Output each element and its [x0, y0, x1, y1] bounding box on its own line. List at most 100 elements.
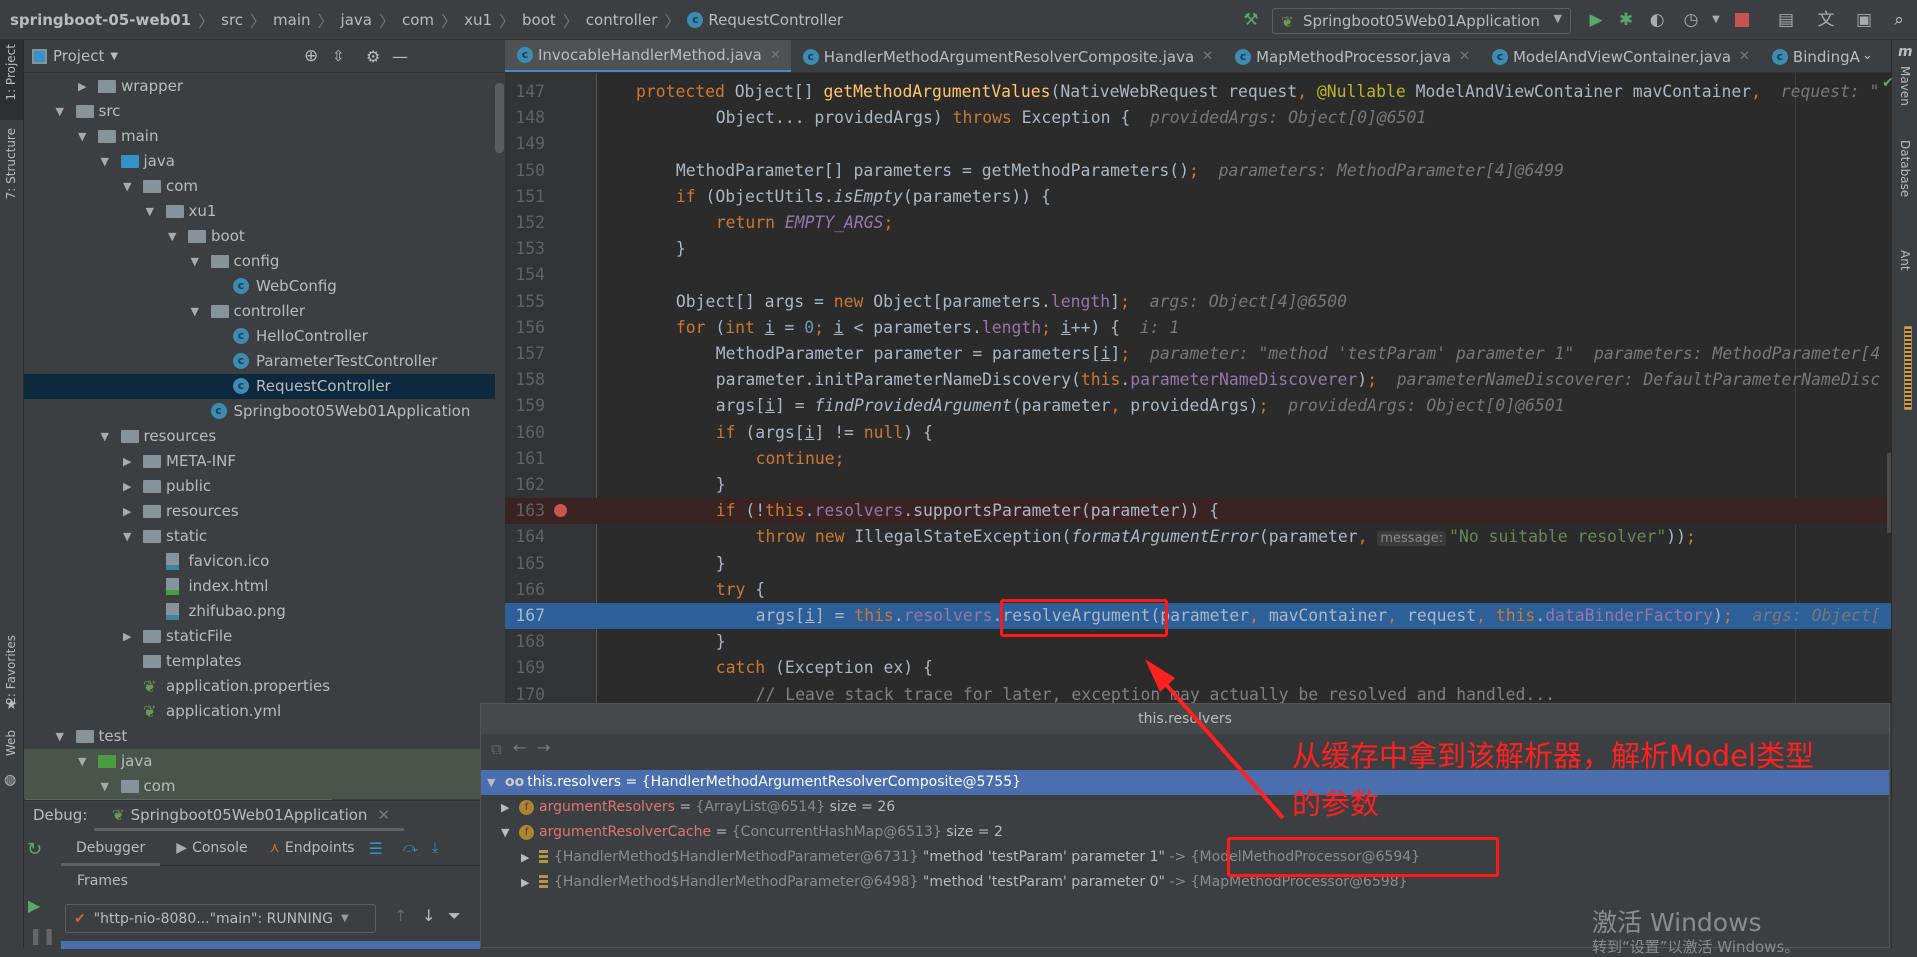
chevron-down-icon[interactable]: ▼	[123, 524, 131, 549]
chevron-down-icon[interactable]: ▼	[56, 99, 64, 124]
chevron-right-icon[interactable]: ▶	[123, 624, 131, 649]
translate-icon[interactable]: 文	[1815, 9, 1837, 31]
stop-icon[interactable]	[1735, 13, 1749, 27]
code-line[interactable]: 162}	[505, 472, 1891, 498]
tree-item[interactable]: ▼ java	[24, 149, 495, 174]
gear-icon[interactable]: ⚙	[366, 47, 380, 66]
hide-icon[interactable]: —	[392, 47, 408, 66]
tree-item[interactable]: c Springboot05Web01Application	[24, 399, 495, 424]
breadcrumb-item[interactable]: com	[402, 11, 434, 29]
tree-item[interactable]: ❦ application.yml	[24, 699, 495, 724]
step-over-icon[interactable]: ⤼	[403, 840, 418, 856]
close-icon[interactable]: ✕	[770, 48, 781, 63]
tab-console[interactable]: Console	[192, 840, 248, 856]
code-line[interactable]: 167 args[i] = this.resolvers.resolveArgum…	[505, 603, 1891, 629]
chevron-right-icon[interactable]: ▶	[123, 499, 131, 524]
forward-arrow-icon[interactable]: →	[537, 738, 550, 757]
chevron-down-icon[interactable]: ▼	[168, 224, 176, 249]
chevron-down-icon[interactable]: ▼	[101, 424, 109, 449]
resume-icon[interactable]: ▶	[28, 896, 40, 915]
tab-handlermethodargumentresolvercomposite-java[interactable]: c HandlerMethodArgumentResolverComposite.…	[791, 40, 1223, 72]
chevron-down-icon[interactable]: ▼	[501, 820, 509, 845]
tab-modelandviewcontainer-java[interactable]: c ModelAndViewContainer.java ✕	[1480, 40, 1760, 72]
code-line[interactable]: 155 Object[] args = new Object[parameters…	[505, 289, 1891, 315]
tree-item[interactable]: ▶ staticFile	[24, 624, 495, 649]
close-icon[interactable]: ✕	[1202, 49, 1213, 64]
variable-row[interactable]: ▶ {HandlerMethod$HandlerMethodParameter@6…	[481, 870, 1889, 895]
chevron-down-icon[interactable]: ▼	[101, 149, 109, 174]
tree-item[interactable]: c HelloController	[24, 324, 495, 349]
chevron-down-icon[interactable]: ▼	[78, 124, 86, 149]
close-icon[interactable]: ✕	[1739, 49, 1750, 64]
tree-item[interactable]: favicon.ico	[24, 549, 495, 574]
breadcrumb-item[interactable]: boot	[522, 11, 556, 29]
menu-icon[interactable]: ☰	[369, 839, 383, 858]
code-line[interactable]: 150 MethodParameter[] parameters = getMet…	[505, 158, 1891, 184]
tree-item[interactable]: ▶ public	[24, 474, 495, 499]
code-line[interactable]: 168}	[505, 629, 1891, 655]
tree-item[interactable]: ❦ application.properties	[24, 674, 495, 699]
ant-tool-button[interactable]: Ant	[1898, 250, 1912, 271]
tree-item[interactable]: ▼ controller	[24, 299, 495, 324]
breadcrumb-item[interactable]: springboot-05-web01	[10, 11, 191, 29]
tree-item[interactable]: index.html	[24, 574, 495, 599]
breadcrumb-item[interactable]: xu1	[464, 11, 492, 29]
thread-select[interactable]: ✔ "http-nio-8080..."main": RUNNING ▼	[65, 904, 376, 933]
tree-item[interactable]: ▶ resources	[24, 499, 495, 524]
tree-item[interactable]: ▼ test	[24, 724, 495, 749]
pause-icon[interactable]: ❚❚	[29, 926, 56, 945]
breakpoint-icon[interactable]	[554, 504, 567, 518]
code-line[interactable]: 151 if (ObjectUtils.isEmpty(parameters)) …	[505, 184, 1891, 210]
chevron-down-icon[interactable]: ▼	[110, 51, 118, 62]
tree-item[interactable]: ▼ static	[24, 524, 495, 549]
tree-item[interactable]: ▶ META-INF	[24, 449, 495, 474]
chevron-right-icon[interactable]: ▶	[123, 474, 131, 499]
presentation-icon[interactable]: ▣	[1853, 9, 1875, 31]
arrow-down-icon[interactable]: ↓	[422, 906, 435, 925]
profile-icon[interactable]: ◷	[1680, 9, 1702, 31]
code-line[interactable]: 160 if (args[i] != null) {	[505, 420, 1891, 446]
tree-scrollbar[interactable]	[495, 83, 504, 153]
code-line[interactable]: 159 args[i] = findProvidedArgument(parame…	[505, 393, 1891, 419]
run-icon[interactable]: ▶	[1585, 9, 1607, 31]
tree-item[interactable]: c RequestController	[24, 374, 495, 399]
chevron-down-icon[interactable]: ▼	[191, 249, 199, 274]
chevron-right-icon[interactable]: ▶	[501, 795, 509, 820]
favorites-tool-button[interactable]: 2: Favorites	[4, 635, 18, 705]
tree-item[interactable]: ▼ com	[24, 774, 495, 799]
code-line[interactable]: 158 parameter.initParameterNameDiscovery(…	[505, 367, 1891, 393]
chevron-down-icon[interactable]: ▼	[487, 770, 495, 795]
tab-endpoints[interactable]: Endpoints	[285, 840, 355, 856]
search-icon[interactable]: ⌕	[1888, 9, 1910, 31]
database-tool-button[interactable]: Database	[1898, 140, 1912, 197]
code-line[interactable]: 163 if (!this.resolvers.supportsParameter…	[505, 498, 1891, 525]
tree-item[interactable]: ▼ main	[24, 124, 495, 149]
code-line[interactable]: 169 catch (Exception ex) {	[505, 655, 1891, 681]
chevron-right-icon[interactable]: ▶	[78, 74, 86, 99]
breadcrumb-item[interactable]: java	[341, 11, 372, 29]
tree-item[interactable]: ▼ src	[24, 99, 495, 124]
collapse-all-icon[interactable]: ⇳	[332, 47, 345, 65]
chevron-down-icon[interactable]: ▼	[123, 174, 131, 199]
chevron-down-icon[interactable]: ▼	[1705, 9, 1727, 31]
code-line[interactable]: 147 protected Object[] getMethodArgumentV…	[505, 79, 1891, 105]
breadcrumb-item[interactable]: controller	[586, 11, 658, 29]
run-configuration-select[interactable]: ❦ Springboot05Web01Application ▼	[1272, 8, 1571, 34]
tab-invocablehandlermethod-java[interactable]: c InvocableHandlerMethod.java ✕	[505, 40, 791, 72]
variable-row[interactable]: ▶ {HandlerMethod$HandlerMethodParameter@6…	[481, 845, 1889, 870]
chevron-down-icon[interactable]: ▼	[78, 749, 86, 774]
chevron-down-icon[interactable]: ▼	[146, 199, 154, 224]
chevron-right-icon[interactable]: ▶	[521, 870, 529, 895]
code-line[interactable]: 170 // Leave stack trace for later, excep…	[505, 682, 1891, 703]
code-line[interactable]: 153}	[505, 236, 1891, 262]
code-editor[interactable]: 147 protected Object[] getMethodArgumentV…	[505, 73, 1891, 703]
code-line[interactable]: 165}	[505, 551, 1891, 577]
breadcrumb-item[interactable]: RequestController	[708, 11, 843, 29]
chevron-down-icon[interactable]: ⌄	[1862, 48, 1873, 63]
close-icon[interactable]: ✕	[1459, 49, 1470, 64]
back-arrow-icon[interactable]: ←	[513, 738, 526, 757]
step-into-icon[interactable]: ⤓	[432, 840, 438, 856]
tree-item[interactable]: ▶ wrapper	[24, 74, 495, 99]
tree-item[interactable]: zhifubao.png	[24, 599, 495, 624]
chevron-down-icon[interactable]: ▼	[56, 724, 64, 749]
